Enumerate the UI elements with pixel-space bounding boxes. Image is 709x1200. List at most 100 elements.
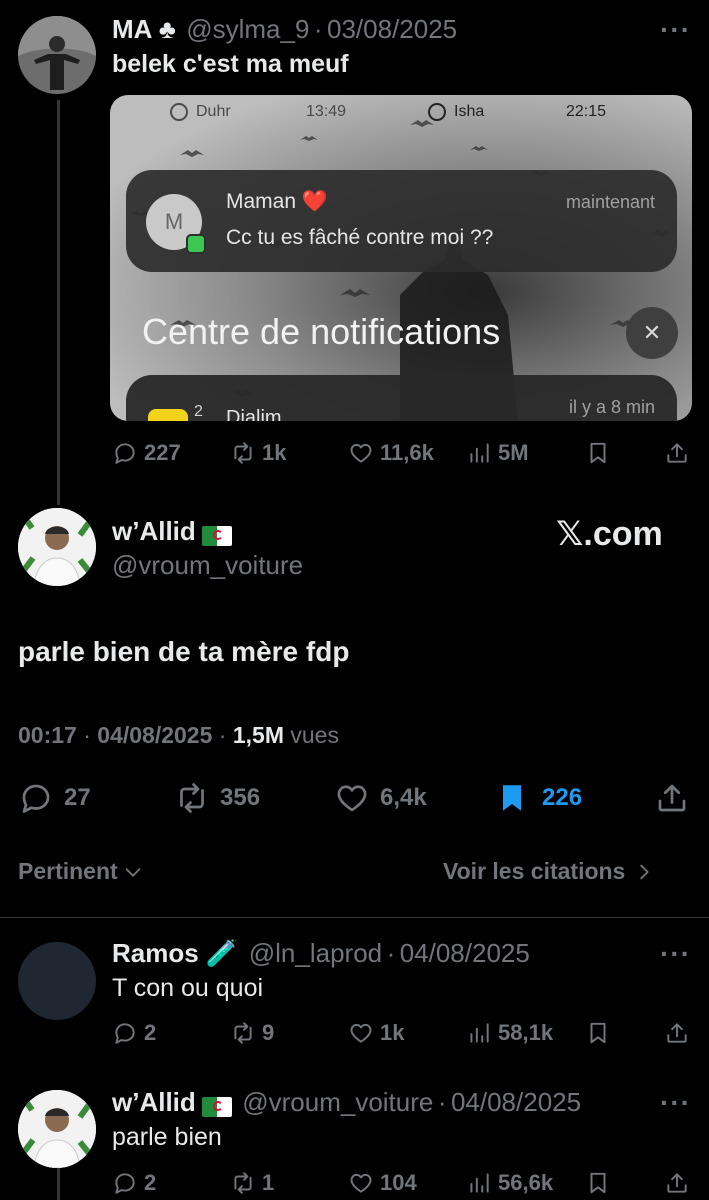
more-options-icon[interactable]: ··· [660,1087,691,1119]
reply-button[interactable]: 227 [112,440,181,466]
avatar[interactable] [18,16,96,94]
notification-sender: Maman ❤️ [226,190,329,213]
watermark: 𝕏.com [556,515,663,553]
bookmark-icon [585,440,611,466]
share-icon [654,780,690,816]
author-handle[interactable]: @ln_laprod [249,938,382,968]
author-name[interactable]: Ramos 🧪 [112,938,238,968]
repost-icon [230,1170,256,1196]
post-text: belek c'est ma meuf [112,50,349,78]
author-handle[interactable]: @vroum_voiture [242,1087,433,1117]
avatar-photo [18,16,96,94]
reply-icon [18,780,54,816]
avatar[interactable] [18,1090,96,1168]
separator-dot: · [437,1087,447,1117]
avatar-photo [18,1090,96,1168]
bookmark-button[interactable] [585,1020,611,1046]
views-button[interactable]: 56,6k [466,1170,553,1196]
author-name[interactable]: w’Allid [112,1087,196,1117]
chevron-right-icon [633,861,655,883]
like-button[interactable]: 6,4k [334,780,427,816]
reply-icon [112,1020,138,1046]
repost-button[interactable]: 1 [230,1170,274,1196]
avatar-photo [18,508,96,586]
views-count: 1,5M [232,722,284,748]
author-handle[interactable]: @vroum_voiture [112,550,303,581]
status-prayer-right: Isha [454,103,485,120]
status-time-right: 22:15 [566,103,607,120]
like-button[interactable]: 1k [348,1020,404,1046]
like-button[interactable]: 11,6k [348,440,434,466]
share-button[interactable] [664,1020,690,1046]
repost-icon [230,440,256,466]
author-name[interactable]: MA ♣ [112,14,176,44]
bookmark-button[interactable] [585,440,611,466]
views-icon [466,1020,492,1046]
share-button[interactable] [654,780,690,816]
separator-dot: · [83,722,91,748]
more-options-icon[interactable]: ··· [660,938,691,970]
algeria-flag-icon [201,525,232,546]
post-text: parle bien [112,1123,222,1151]
views-button[interactable]: 5M [466,440,529,466]
app-icon [148,409,188,421]
share-button[interactable] [664,1170,690,1196]
like-button[interactable]: 104 [348,1170,417,1196]
separator-dot: · [218,722,227,748]
heart-icon [334,780,370,816]
view-quotes-link[interactable]: Voir les citations [443,858,655,885]
heart-icon [348,440,374,466]
post-date[interactable]: 04/08/2025 [97,722,212,748]
notification-card[interactable]: M Maman ❤️ maintenant Cc tu es fâché con… [126,170,677,272]
post-text: T con ou quoi [112,974,264,1002]
repost-button[interactable]: 1k [230,440,286,466]
separator-dot: · [386,938,396,968]
bookmark-icon [585,1020,611,1046]
app-badge: 2 [194,403,203,420]
app-name: Djalim [226,407,282,421]
divider [0,917,709,918]
prayer-clock-icon [170,103,188,121]
status-prayer-left: Duhr [196,103,231,120]
heart-icon [348,1020,374,1046]
bookmark-icon [585,1170,611,1196]
post-image[interactable]: Duhr 13:49 Isha 22:15 M Maman ❤️ mainten… [110,95,692,421]
views-label: vues [290,722,339,748]
views-icon [466,1170,492,1196]
avatar[interactable] [18,942,96,1020]
algeria-flag-icon [201,1096,232,1117]
close-icon[interactable]: ✕ [626,307,678,359]
notification-time: maintenant [565,192,655,212]
share-icon [664,440,690,466]
post-date[interactable]: 04/08/2025 [400,938,530,968]
reply-button[interactable]: 2 [112,1020,156,1046]
notification-message: Cc tu es fâché contre moi ?? [226,226,494,249]
author-handle[interactable]: @sylma_9 [186,14,309,44]
views-icon [466,440,492,466]
notification-card-partial[interactable]: 2 Djalim il y a 8 min [126,375,677,421]
messages-app-icon [186,234,206,254]
reply-button[interactable]: 27 [18,780,91,816]
separator-dot: · [313,14,323,44]
repost-button[interactable]: 9 [230,1020,274,1046]
notification-time: il y a 8 min [568,397,655,417]
bookmark-button[interactable] [585,1170,611,1196]
chevron-down-icon [122,861,144,883]
repost-button[interactable]: 356 [174,780,260,816]
sort-dropdown[interactable]: Pertinent [18,858,144,885]
reply-icon [112,1170,138,1196]
avatar[interactable] [18,508,96,586]
heart-icon [348,1170,374,1196]
reply-button[interactable]: 2 [112,1170,156,1196]
notification-center-title: Centre de notifications [142,311,501,352]
post-time[interactable]: 00:17 [18,722,77,748]
post-date[interactable]: 03/08/2025 [327,14,457,44]
post-date[interactable]: 04/08/2025 [451,1087,581,1117]
more-options-icon[interactable]: ··· [660,14,691,46]
share-button[interactable] [664,440,690,466]
repost-icon [230,1020,256,1046]
bookmark-button[interactable]: 226 [494,780,582,816]
views-button[interactable]: 58,1k [466,1020,553,1046]
author-name[interactable]: w’Allid [112,516,196,546]
prayer-clock-icon [428,103,446,121]
